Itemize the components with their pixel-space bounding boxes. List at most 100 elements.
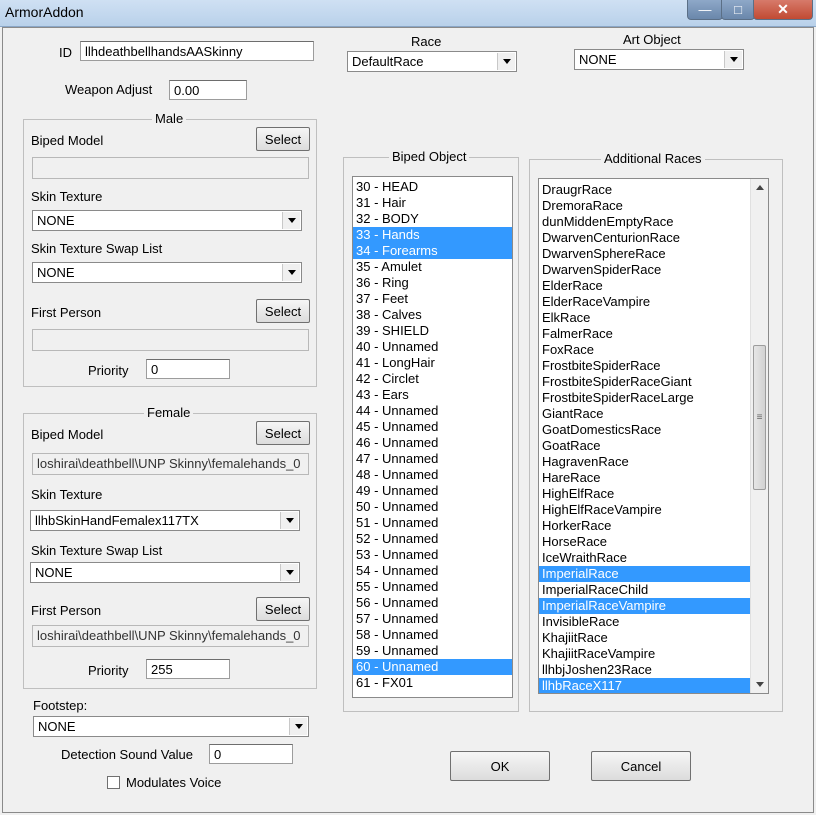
race-item[interactable]: FalmerRace	[539, 326, 752, 342]
biped-object-item[interactable]: 38 - Calves	[353, 307, 512, 323]
race-item[interactable]: DwarvenSpiderRace	[539, 262, 752, 278]
scroll-down-icon[interactable]	[751, 676, 768, 693]
biped-object-item[interactable]: 44 - Unnamed	[353, 403, 512, 419]
biped-object-item[interactable]: 34 - Forearms	[353, 243, 512, 259]
race-item[interactable]: GoatDomesticsRace	[539, 422, 752, 438]
biped-object-item[interactable]: 33 - Hands	[353, 227, 512, 243]
biped-object-item[interactable]: 49 - Unnamed	[353, 483, 512, 499]
biped-object-list[interactable]: 30 - HEAD 31 - Hair 32 - BODY 33 - Hands 34 …	[352, 176, 513, 698]
race-item[interactable]: ElkRace	[539, 310, 752, 326]
chevron-down-icon[interactable]	[497, 53, 515, 70]
male-priority-input[interactable]: 0	[146, 359, 230, 379]
race-item[interactable]: InvisibleRace	[539, 614, 752, 630]
biped-object-item[interactable]: 35 - Amulet	[353, 259, 512, 275]
races-scrollbar[interactable]: ≡	[750, 179, 768, 693]
race-item[interactable]: ImperialRaceVampire	[539, 598, 752, 614]
biped-object-item[interactable]: 36 - Ring	[353, 275, 512, 291]
biped-object-item[interactable]: 42 - Circlet	[353, 371, 512, 387]
race-item[interactable]: IceWraithRace	[539, 550, 752, 566]
female-priority-input[interactable]: 255	[146, 659, 230, 679]
biped-object-item[interactable]: 40 - Unnamed	[353, 339, 512, 355]
weapon-adjust-input[interactable]: 0.00	[169, 80, 247, 100]
biped-object-item[interactable]: 31 - Hair	[353, 195, 512, 211]
biped-object-item[interactable]: 55 - Unnamed	[353, 579, 512, 595]
race-item[interactable]: ImperialRace	[539, 566, 752, 582]
biped-object-item[interactable]: 46 - Unnamed	[353, 435, 512, 451]
race-item[interactable]: DwarvenSphereRace	[539, 246, 752, 262]
male-swap-list-dropdown[interactable]: NONE	[32, 262, 302, 283]
race-item[interactable]: ElderRaceVampire	[539, 294, 752, 310]
female-swap-list-dropdown[interactable]: NONE	[30, 562, 300, 583]
race-item[interactable]: HorseRace	[539, 534, 752, 550]
maximize-button[interactable]: □	[721, 0, 755, 20]
scroll-thumb[interactable]: ≡	[753, 345, 766, 490]
race-item[interactable]: FoxRace	[539, 342, 752, 358]
female-biped-select-button[interactable]: Select	[256, 421, 310, 445]
chevron-down-icon[interactable]	[280, 564, 298, 581]
minimize-button[interactable]: —	[687, 0, 723, 20]
maximize-icon: □	[734, 2, 742, 17]
scroll-up-icon[interactable]	[751, 179, 768, 196]
biped-object-item[interactable]: 39 - SHIELD	[353, 323, 512, 339]
chevron-down-icon[interactable]	[289, 718, 307, 735]
race-item[interactable]: HagravenRace	[539, 454, 752, 470]
race-item[interactable]: DremoraRace	[539, 198, 752, 214]
biped-object-item[interactable]: 58 - Unnamed	[353, 627, 512, 643]
race-item[interactable]: DwarvenCenturionRace	[539, 230, 752, 246]
biped-object-item[interactable]: 32 - BODY	[353, 211, 512, 227]
biped-object-item[interactable]: 52 - Unnamed	[353, 531, 512, 547]
male-skin-texture-dropdown[interactable]: NONE	[32, 210, 302, 231]
detection-sound-input[interactable]: 0	[209, 744, 293, 764]
race-item[interactable]: HighElfRaceVampire	[539, 502, 752, 518]
biped-object-item[interactable]: 37 - Feet	[353, 291, 512, 307]
biped-object-item[interactable]: 51 - Unnamed	[353, 515, 512, 531]
male-biped-select-button[interactable]: Select	[256, 127, 310, 151]
race-item[interactable]: ImperialRaceChild	[539, 582, 752, 598]
race-item[interactable]: KhajiitRace	[539, 630, 752, 646]
race-item[interactable]: llhbjJoshen23Race	[539, 662, 752, 678]
biped-object-item[interactable]: 59 - Unnamed	[353, 643, 512, 659]
race-item[interactable]: FrostbiteSpiderRace	[539, 358, 752, 374]
race-item[interactable]: HighElfRace	[539, 486, 752, 502]
race-item[interactable]: GoatRace	[539, 438, 752, 454]
biped-object-item[interactable]: 56 - Unnamed	[353, 595, 512, 611]
race-item[interactable]: KhajiitRaceVampire	[539, 646, 752, 662]
chevron-down-icon[interactable]	[724, 51, 742, 68]
chevron-down-icon[interactable]	[282, 212, 300, 229]
close-button[interactable]: ✕	[753, 0, 813, 20]
cancel-button[interactable]: Cancel	[591, 751, 691, 781]
modulates-voice-checkbox[interactable]	[107, 776, 120, 789]
biped-object-item[interactable]: 48 - Unnamed	[353, 467, 512, 483]
biped-object-item[interactable]: 41 - LongHair	[353, 355, 512, 371]
male-first-person-select-button[interactable]: Select	[256, 299, 310, 323]
race-item[interactable]: ElderRace	[539, 278, 752, 294]
race-item[interactable]: llhbRaceX117	[539, 678, 752, 693]
footstep-dropdown[interactable]: NONE	[33, 716, 309, 737]
biped-object-item[interactable]: 47 - Unnamed	[353, 451, 512, 467]
race-item[interactable]: FrostbiteSpiderRaceGiant	[539, 374, 752, 390]
additional-races-list[interactable]: DraugrRace DremoraRace dunMiddenEmptyRace D…	[538, 178, 769, 694]
biped-object-item[interactable]: 43 - Ears	[353, 387, 512, 403]
biped-object-item[interactable]: 45 - Unnamed	[353, 419, 512, 435]
id-input[interactable]: llhdeathbellhandsAASkinny	[80, 41, 314, 61]
race-item[interactable]: HorkerRace	[539, 518, 752, 534]
race-item[interactable]: DraugrRace	[539, 182, 752, 198]
biped-object-item[interactable]: 57 - Unnamed	[353, 611, 512, 627]
biped-object-item[interactable]: 61 - FX01	[353, 675, 512, 691]
chevron-down-icon[interactable]	[280, 512, 298, 529]
biped-object-item[interactable]: 54 - Unnamed	[353, 563, 512, 579]
race-item[interactable]: HareRace	[539, 470, 752, 486]
biped-object-item[interactable]: 60 - Unnamed	[353, 659, 512, 675]
female-first-person-select-button[interactable]: Select	[256, 597, 310, 621]
chevron-down-icon[interactable]	[282, 264, 300, 281]
ok-button[interactable]: OK	[450, 751, 550, 781]
biped-object-item[interactable]: 30 - HEAD	[353, 179, 512, 195]
art-object-dropdown[interactable]: NONE	[574, 49, 744, 70]
race-dropdown[interactable]: DefaultRace	[347, 51, 517, 72]
biped-object-item[interactable]: 53 - Unnamed	[353, 547, 512, 563]
race-item[interactable]: dunMiddenEmptyRace	[539, 214, 752, 230]
race-item[interactable]: FrostbiteSpiderRaceLarge	[539, 390, 752, 406]
female-skin-texture-dropdown[interactable]: llhbSkinHandFemalex117TX	[30, 510, 300, 531]
biped-object-item[interactable]: 50 - Unnamed	[353, 499, 512, 515]
race-item[interactable]: GiantRace	[539, 406, 752, 422]
